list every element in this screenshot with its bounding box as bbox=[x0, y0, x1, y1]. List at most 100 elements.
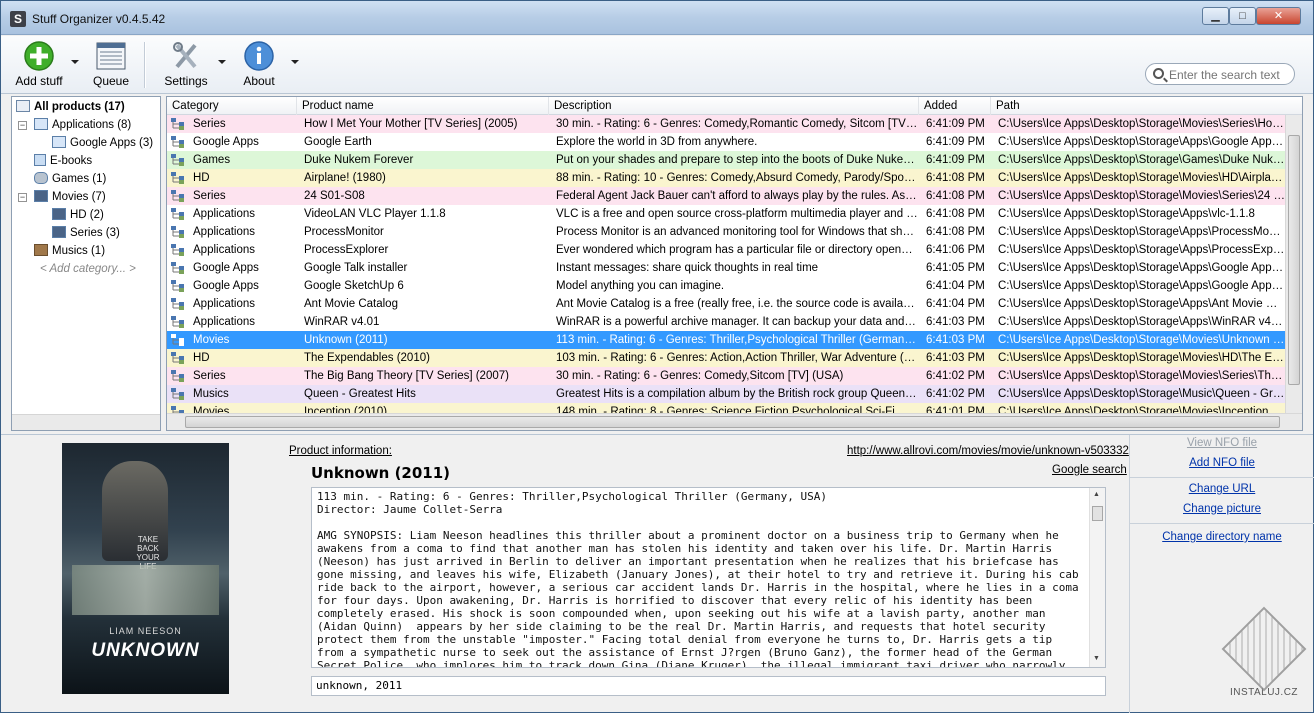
table-cell-added: 6:41:02 PM bbox=[926, 388, 985, 400]
tree-item-applications[interactable]: Applications (8) bbox=[34, 116, 131, 134]
table-cell-category: Movies bbox=[193, 406, 230, 413]
table-cell-desc: Model anything you can imagine. bbox=[556, 280, 725, 292]
table-cell-desc: Greatest Hits is a compilation album by … bbox=[556, 388, 919, 400]
tree-item-google-apps[interactable]: Google Apps (3) bbox=[52, 134, 153, 152]
tree-item-all-products[interactable]: All products (17) bbox=[16, 98, 125, 116]
table-row[interactable]: Musics Queen - Greatest Hits Greatest Hits… bbox=[167, 385, 1285, 403]
queue-label: Queue bbox=[92, 74, 130, 88]
table-row[interactable]: Series 24 S01-S08 Federal Agent Jack Bauer… bbox=[167, 187, 1285, 205]
table-row[interactable]: Games Duke Nukem Forever Put on your shade… bbox=[167, 151, 1285, 169]
tree-item-series[interactable]: Series (3) bbox=[52, 224, 120, 242]
applications-icon bbox=[34, 118, 48, 130]
toolbar-separator bbox=[144, 42, 146, 88]
close-button[interactable]: ✕ bbox=[1256, 7, 1301, 25]
grid-vertical-scrollbar[interactable] bbox=[1285, 115, 1302, 413]
table-row[interactable]: HD Airplane! (1980) 88 min. - Rating: 10 -… bbox=[167, 169, 1285, 187]
table-cell-category: HD bbox=[193, 172, 210, 184]
separator bbox=[1130, 523, 1314, 524]
table-row[interactable]: Series How I Met Your Mother [TV Series] … bbox=[167, 115, 1285, 133]
title-bar[interactable]: S Stuff Organizer v0.4.5.42 ▁ □ ✕ bbox=[1, 1, 1313, 35]
change-picture-link[interactable]: Change picture bbox=[1130, 503, 1314, 515]
scroll-thumb[interactable] bbox=[1092, 506, 1103, 521]
description-scrollbar[interactable]: ▲ ▼ bbox=[1089, 488, 1105, 667]
category-tree-icon bbox=[171, 226, 184, 238]
table-cell-desc: 30 min. - Rating: 6 - Genres: Comedy,Sit… bbox=[556, 370, 844, 382]
about-dropdown-arrow[interactable] bbox=[291, 60, 299, 64]
view-nfo-link[interactable]: View NFO file bbox=[1130, 437, 1314, 449]
table-row[interactable]: Google Apps Google SketchUp 6 Model anythi… bbox=[167, 277, 1285, 295]
tree-item-movies[interactable]: Movies (7) bbox=[34, 188, 106, 206]
table-cell-category: Applications bbox=[193, 244, 256, 256]
minimize-button[interactable]: ▁ bbox=[1202, 7, 1229, 25]
tree-item-ebooks[interactable]: E-books bbox=[34, 152, 92, 170]
table-cell-category: Applications bbox=[193, 316, 256, 328]
table-row[interactable]: Google Apps Google Talk installer Instant … bbox=[167, 259, 1285, 277]
table-row[interactable]: Applications VideoLAN VLC Player 1.1.8 VLC… bbox=[167, 205, 1285, 223]
maximize-button[interactable]: □ bbox=[1229, 7, 1256, 25]
column-header-category[interactable]: Category bbox=[167, 97, 297, 115]
table-cell-category: Games bbox=[193, 154, 231, 166]
tree-item-games[interactable]: Games (1) bbox=[34, 170, 106, 188]
collapse-applications-icon[interactable]: − bbox=[18, 121, 27, 130]
table-row[interactable]: Applications Ant Movie Catalog Ant Movie C… bbox=[167, 295, 1285, 313]
category-tree-icon bbox=[171, 208, 184, 220]
category-tree-icon bbox=[171, 334, 184, 346]
column-header-path[interactable]: Path bbox=[991, 97, 1302, 115]
product-url-link[interactable]: http://www.allrovi.com/movies/movie/unkn… bbox=[847, 445, 1129, 457]
table-cell-name: ProcessExplorer bbox=[304, 244, 389, 256]
tree-item-musics[interactable]: Musics (1) bbox=[34, 242, 105, 260]
table-cell-name: How I Met Your Mother [TV Series] (2005) bbox=[304, 118, 518, 130]
category-tree-icon bbox=[171, 190, 184, 202]
add-stuff-label: Add stuff bbox=[15, 74, 63, 88]
column-header-description[interactable]: Description bbox=[549, 97, 919, 115]
about-button[interactable]: About bbox=[241, 40, 277, 90]
add-category-link[interactable]: < Add category... > bbox=[40, 260, 136, 278]
tree-item-hd[interactable]: HD (2) bbox=[52, 206, 104, 224]
settings-dropdown-arrow[interactable] bbox=[218, 60, 226, 64]
app-icon: S bbox=[10, 11, 26, 27]
app-window: S Stuff Organizer v0.4.5.42 ▁ □ ✕ Add st… bbox=[0, 0, 1314, 713]
table-cell-added: 6:41:04 PM bbox=[926, 298, 985, 310]
add-stuff-button[interactable]: Add stuff bbox=[15, 40, 63, 90]
queue-button[interactable]: Queue bbox=[91, 40, 131, 90]
table-cell-name: Google SketchUp 6 bbox=[304, 280, 404, 292]
collapse-movies-icon[interactable]: − bbox=[18, 193, 27, 202]
table-row[interactable]: Movies Inception (2010) 148 min. - Rating:… bbox=[167, 403, 1285, 413]
column-header-product-name[interactable]: Product name bbox=[297, 97, 549, 115]
search-box[interactable] bbox=[1145, 63, 1295, 85]
tree-horizontal-scrollbar[interactable] bbox=[12, 414, 160, 430]
scroll-up-icon[interactable]: ▲ bbox=[1093, 491, 1100, 498]
keywords-value: unknown, 2011 bbox=[316, 679, 403, 692]
table-cell-added: 6:41:08 PM bbox=[926, 226, 985, 238]
table-row[interactable]: Google Apps Google Earth Explore the world… bbox=[167, 133, 1285, 151]
change-url-link[interactable]: Change URL bbox=[1130, 483, 1314, 495]
table-row[interactable]: Movies Unknown (2011) 113 min. - Rating: 6… bbox=[167, 331, 1285, 349]
category-tree-icon bbox=[171, 154, 184, 166]
scroll-thumb[interactable] bbox=[1288, 135, 1300, 385]
scroll-down-icon[interactable]: ▼ bbox=[1093, 655, 1100, 662]
table-row[interactable]: HD The Expendables (2010) 103 min. - Ratin… bbox=[167, 349, 1285, 367]
table-row[interactable]: Series The Big Bang Theory [TV Series] (2… bbox=[167, 367, 1285, 385]
table-cell-desc: Instant messages: share quick thoughts i… bbox=[556, 262, 819, 274]
table-cell-category: Musics bbox=[193, 388, 229, 400]
add-nfo-link[interactable]: Add NFO file bbox=[1130, 457, 1314, 469]
column-header-added[interactable]: Added bbox=[919, 97, 991, 115]
table-cell-name: Airplane! (1980) bbox=[304, 172, 386, 184]
table-cell-category: HD bbox=[193, 352, 210, 364]
grid-header: Category Product name Description Added … bbox=[167, 97, 1302, 115]
table-row[interactable]: Applications WinRAR v4.01 WinRAR is a powe… bbox=[167, 313, 1285, 331]
settings-button[interactable]: Settings bbox=[164, 40, 208, 90]
scroll-thumb[interactable] bbox=[185, 416, 1280, 428]
add-stuff-dropdown-arrow[interactable] bbox=[71, 60, 79, 64]
keywords-field[interactable]: unknown, 2011 bbox=[311, 676, 1106, 696]
table-cell-added: 6:41:08 PM bbox=[926, 190, 985, 202]
google-search-link[interactable]: Google search bbox=[1052, 464, 1127, 476]
table-row[interactable]: Applications ProcessExplorer Ever wondered… bbox=[167, 241, 1285, 259]
change-directory-name-link[interactable]: Change directory name bbox=[1130, 531, 1314, 543]
grid-horizontal-scrollbar[interactable] bbox=[167, 413, 1302, 430]
table-row[interactable]: Applications ProcessMonitor Process Monito… bbox=[167, 223, 1285, 241]
table-cell-path: C:\Users\Ice Apps\Desktop\Storage\Movies… bbox=[998, 352, 1285, 364]
search-input[interactable] bbox=[1169, 67, 1289, 82]
description-textbox[interactable]: 113 min. - Rating: 6 - Genres: Thriller,… bbox=[311, 487, 1106, 668]
table-cell-added: 6:41:09 PM bbox=[926, 154, 985, 166]
